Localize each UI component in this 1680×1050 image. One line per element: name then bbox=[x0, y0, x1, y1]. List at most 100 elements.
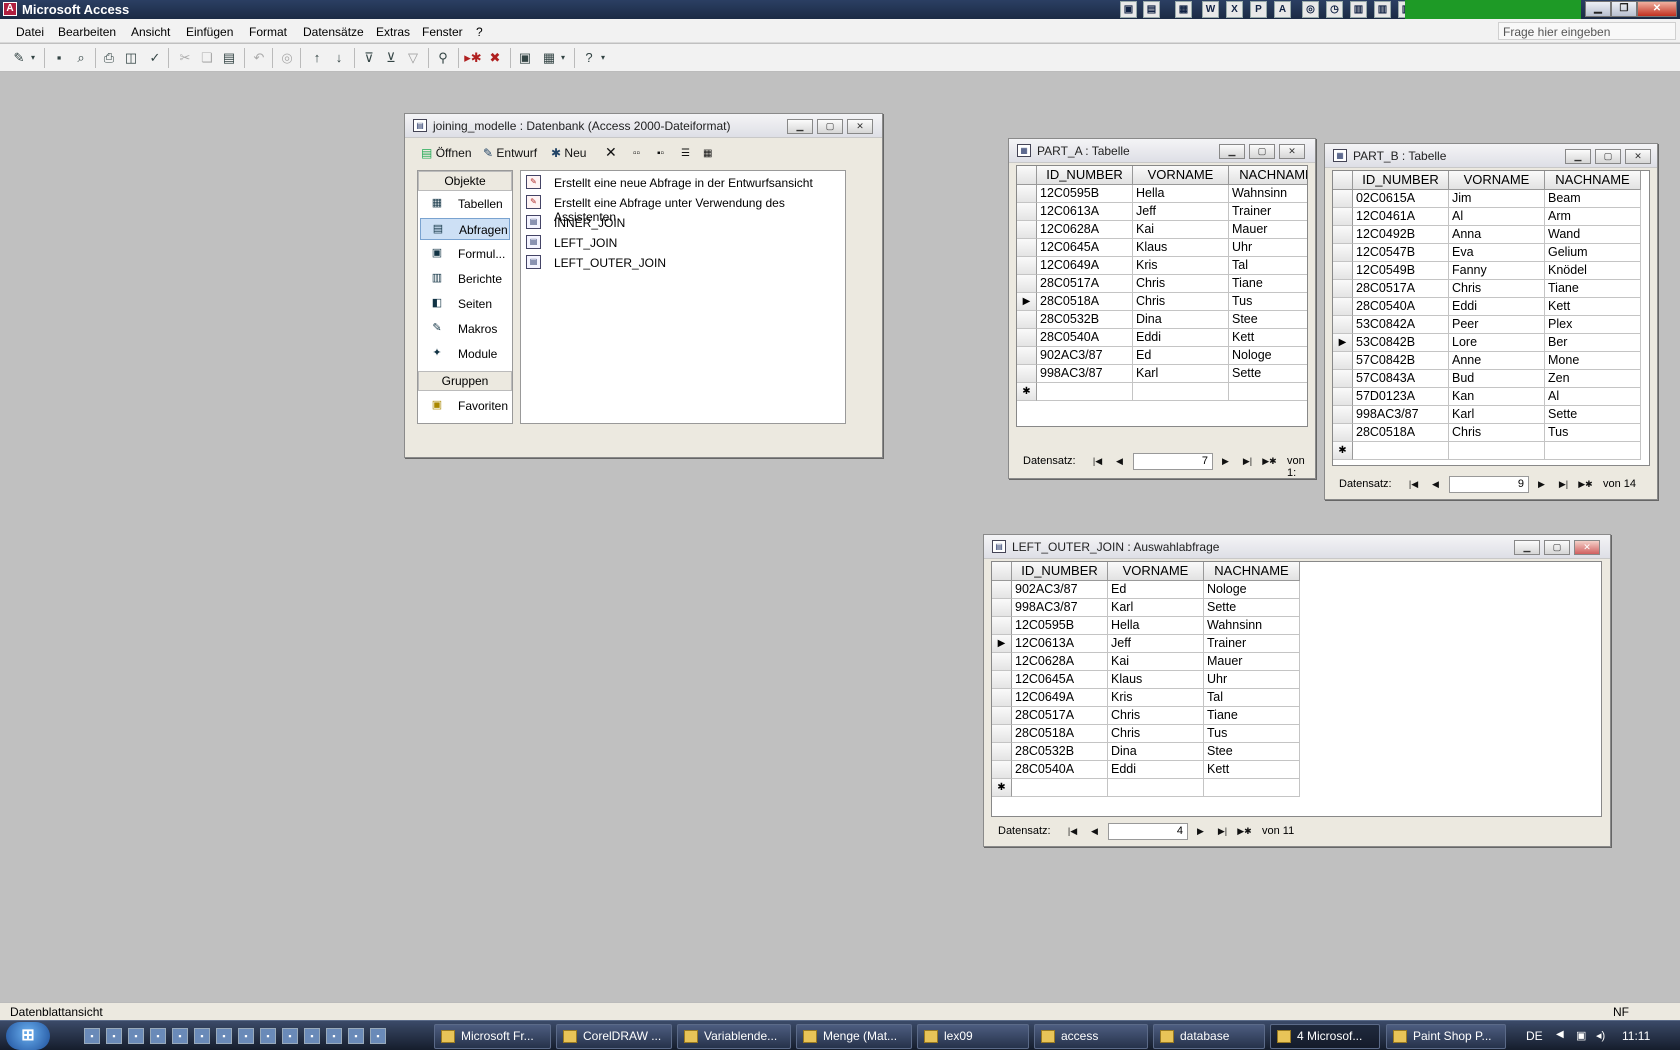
table-cell[interactable]: Nologe bbox=[1204, 581, 1300, 599]
column-header-vorname[interactable]: VORNAME bbox=[1108, 562, 1204, 581]
taskbar-button[interactable]: CorelDRAW ... bbox=[556, 1024, 672, 1049]
previous-record-button[interactable]: ◀ bbox=[1427, 476, 1444, 492]
table-cell[interactable]: Plex bbox=[1545, 316, 1641, 334]
first-record-button[interactable]: |◀ bbox=[1089, 453, 1106, 469]
search-file-icon[interactable]: ⌕ bbox=[72, 49, 90, 67]
table-cell[interactable]: Ed bbox=[1133, 347, 1229, 365]
menu-ansicht[interactable]: Ansicht bbox=[131, 25, 170, 39]
print-preview-icon[interactable]: ◫ bbox=[122, 49, 140, 67]
current-record-indicator[interactable]: ▶ bbox=[1333, 334, 1353, 352]
table-cell[interactable]: Sette bbox=[1545, 406, 1641, 424]
objects-header[interactable]: Objekte bbox=[418, 171, 512, 191]
cut-icon[interactable]: ✂ bbox=[176, 49, 194, 67]
table-cell[interactable]: 998AC3/87 bbox=[1037, 365, 1133, 383]
table-cell[interactable]: Eva bbox=[1449, 244, 1545, 262]
row-selector[interactable] bbox=[1017, 275, 1037, 293]
new-object-icon[interactable]: ▦ bbox=[540, 49, 558, 67]
table-cell[interactable]: Gelium bbox=[1545, 244, 1641, 262]
table-cell[interactable]: Kett bbox=[1545, 298, 1641, 316]
quick-launch-icon[interactable]: ▪ bbox=[172, 1028, 188, 1044]
query-list-item[interactable]: ✎ Erstellt eine Abfrage unter Verwendung … bbox=[526, 194, 841, 224]
help-question-box[interactable]: Frage hier eingeben bbox=[1498, 22, 1676, 40]
column-header-id_number[interactable]: ID_NUMBER bbox=[1012, 562, 1108, 581]
table-cell[interactable]: 28C0518A bbox=[1012, 725, 1108, 743]
part-a-minimize-button[interactable]: ▁ bbox=[1219, 144, 1245, 159]
table-cell[interactable]: 28C0540A bbox=[1353, 298, 1449, 316]
menu-fenster[interactable]: Fenster bbox=[422, 25, 463, 39]
row-selector[interactable] bbox=[1017, 347, 1037, 365]
table-cell[interactable]: Ed bbox=[1108, 581, 1204, 599]
table-cell[interactable]: Arm bbox=[1545, 208, 1641, 226]
view-icon[interactable]: ✎ bbox=[10, 49, 28, 67]
table-cell[interactable]: Chris bbox=[1449, 424, 1545, 442]
spellcheck-icon[interactable]: ✓ bbox=[146, 49, 164, 67]
table-cell[interactable]: Hella bbox=[1133, 185, 1229, 203]
table-cell[interactable]: Tus bbox=[1204, 725, 1300, 743]
row-selector[interactable] bbox=[1333, 406, 1353, 424]
network-icon[interactable]: ▣ bbox=[1576, 1029, 1586, 1042]
row-selector[interactable] bbox=[1017, 203, 1037, 221]
table-cell[interactable]: 57D0123A bbox=[1353, 388, 1449, 406]
db-close-button[interactable]: ✕ bbox=[847, 119, 873, 134]
hyperlink-icon[interactable]: ◎ bbox=[278, 49, 296, 67]
table-cell[interactable]: Eddi bbox=[1133, 329, 1229, 347]
quick-launch-icon[interactable]: ▪ bbox=[84, 1028, 100, 1044]
row-selector[interactable] bbox=[1017, 257, 1037, 275]
row-selector[interactable] bbox=[1333, 388, 1353, 406]
table-cell[interactable]: Eddi bbox=[1108, 761, 1204, 779]
app-icon[interactable]: ▣ bbox=[1120, 1, 1137, 18]
table-cell[interactable]: Stee bbox=[1204, 743, 1300, 761]
filter-form-icon[interactable]: ⊻ bbox=[382, 49, 400, 67]
table-cell[interactable]: 12C0461A bbox=[1353, 208, 1449, 226]
table-cell[interactable]: 28C0518A bbox=[1353, 424, 1449, 442]
taskbar-button[interactable]: 4 Microsof... bbox=[1270, 1024, 1380, 1049]
table-cell[interactable]: Kai bbox=[1133, 221, 1229, 239]
table-cell[interactable]: Mone bbox=[1545, 352, 1641, 370]
query-list-item[interactable]: ✎ Erstellt eine neue Abfrage in der Entwu… bbox=[526, 174, 841, 192]
table-cell[interactable]: 12C0613A bbox=[1012, 635, 1108, 653]
table-cell[interactable]: Chris bbox=[1449, 280, 1545, 298]
row-selector[interactable] bbox=[1333, 280, 1353, 298]
column-header-nachname[interactable]: NACHNAME bbox=[1204, 562, 1300, 581]
table-cell[interactable]: Mauer bbox=[1229, 221, 1307, 239]
find-icon[interactable]: ⚲ bbox=[434, 49, 452, 67]
table-cell[interactable]: Bud bbox=[1449, 370, 1545, 388]
row-selector[interactable] bbox=[1333, 352, 1353, 370]
table-cell[interactable]: Mauer bbox=[1204, 653, 1300, 671]
table-cell[interactable]: 28C0517A bbox=[1353, 280, 1449, 298]
previous-record-button[interactable]: ◀ bbox=[1086, 823, 1103, 839]
table-cell[interactable] bbox=[1204, 779, 1300, 797]
db-maximize-button[interactable]: ▢ bbox=[817, 119, 843, 134]
row-selector[interactable] bbox=[1017, 185, 1037, 203]
row-selector[interactable] bbox=[1333, 298, 1353, 316]
table-cell[interactable]: Klaus bbox=[1133, 239, 1229, 257]
new-record-icon[interactable]: ▸✱ bbox=[464, 49, 482, 67]
column-header-vorname[interactable]: VORNAME bbox=[1449, 171, 1545, 190]
quick-launch-icon[interactable]: ▪ bbox=[216, 1028, 232, 1044]
sort-descending-icon[interactable]: ↓ bbox=[330, 49, 348, 67]
row-selector[interactable] bbox=[992, 653, 1012, 671]
object-item-query[interactable]: ▤ Abfragen bbox=[420, 218, 510, 240]
object-item-report[interactable]: ▥ Berichte bbox=[420, 268, 510, 290]
delete-record-icon[interactable]: ✖ bbox=[486, 49, 504, 67]
groups-header[interactable]: Gruppen bbox=[418, 371, 512, 391]
object-item-macro[interactable]: ✎ Makros bbox=[420, 318, 510, 340]
table-cell[interactable]: 12C0649A bbox=[1037, 257, 1133, 275]
acrobat-icon[interactable]: A bbox=[1274, 1, 1291, 18]
next-record-button[interactable]: ▶ bbox=[1192, 823, 1209, 839]
query-close-button[interactable]: ✕ bbox=[1574, 540, 1600, 555]
select-all-corner[interactable] bbox=[1017, 166, 1037, 185]
table-cell[interactable]: Dina bbox=[1133, 311, 1229, 329]
row-selector[interactable] bbox=[1333, 424, 1353, 442]
column-header-id_number[interactable]: ID_NUMBER bbox=[1353, 171, 1449, 190]
open-button[interactable]: ▤ Öffnen bbox=[421, 146, 472, 160]
large-icons-icon[interactable]: ▫▫ bbox=[633, 148, 640, 159]
table-cell[interactable]: 28C0540A bbox=[1037, 329, 1133, 347]
table-cell[interactable]: Zen bbox=[1545, 370, 1641, 388]
table-cell[interactable]: 57C0842B bbox=[1353, 352, 1449, 370]
language-indicator[interactable]: DE bbox=[1526, 1029, 1543, 1043]
current-record-indicator[interactable]: ▶ bbox=[1017, 293, 1037, 311]
part-a-title-bar[interactable]: ▦ PART_A : Tabelle ▁ ▢ ✕ bbox=[1009, 139, 1315, 163]
table-cell[interactable]: Tal bbox=[1204, 689, 1300, 707]
table-cell[interactable]: Hella bbox=[1108, 617, 1204, 635]
